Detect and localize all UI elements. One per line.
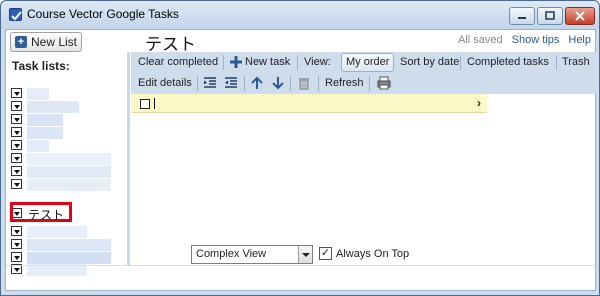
plus-icon[interactable] <box>229 55 243 69</box>
dropdown-icon[interactable] <box>11 252 22 262</box>
toolbar-separator <box>290 76 291 91</box>
view-mode-select[interactable]: Complex View <box>191 245 313 264</box>
app-window: Course Vector Google Tasks + New List テス… <box>0 0 600 296</box>
toolbar-separator <box>244 76 245 91</box>
text-caret <box>154 98 155 109</box>
toolbar-row-2: Edit details Refresh <box>131 73 596 94</box>
task-checkbox[interactable] <box>140 99 150 109</box>
print-icon[interactable] <box>377 76 391 90</box>
sidebar-item-label: テスト <box>28 208 65 222</box>
sidebar-item[interactable] <box>11 226 123 238</box>
redacted-label <box>27 127 63 139</box>
toolbar-separator <box>223 55 224 70</box>
redacted-label <box>27 252 111 264</box>
redacted-label <box>27 166 111 178</box>
close-button[interactable] <box>565 7 595 25</box>
sidebar-splitter[interactable] <box>127 52 130 266</box>
new-list-button[interactable]: + New List <box>10 32 82 52</box>
redacted-label <box>27 239 111 251</box>
header-links: All saved Show tips Help <box>458 34 591 46</box>
redacted-label <box>27 114 63 126</box>
edit-details-button[interactable]: Edit details <box>138 77 192 89</box>
toolbar-separator <box>556 55 557 70</box>
arrow-down-icon[interactable] <box>271 76 285 90</box>
dropdown-icon[interactable] <box>11 153 22 163</box>
sidebar-item[interactable] <box>11 179 123 191</box>
redacted-label <box>27 140 49 152</box>
sidebar-item[interactable] <box>11 114 123 126</box>
toolbar-separator <box>369 76 370 91</box>
dropdown-icon[interactable] <box>11 127 22 137</box>
toolbar-separator <box>297 55 298 70</box>
dropdown-icon[interactable] <box>11 88 22 98</box>
trash-icon[interactable] <box>297 76 311 90</box>
dropdown-icon[interactable] <box>11 239 22 249</box>
toolbar-separator <box>393 55 394 70</box>
redacted-label <box>27 153 111 165</box>
sidebar-item[interactable] <box>11 88 123 100</box>
title-bar[interactable]: Course Vector Google Tasks <box>1 1 599 29</box>
refresh-button[interactable]: Refresh <box>325 77 364 89</box>
view-label: View: <box>304 56 331 68</box>
toolbar-separator <box>318 76 319 91</box>
chevron-down-icon[interactable] <box>298 246 312 263</box>
redacted-label <box>27 88 49 100</box>
view-mode-value: Complex View <box>196 248 267 260</box>
dropdown-icon[interactable] <box>11 140 22 150</box>
sidebar-item[interactable] <box>11 140 123 152</box>
sidebar-item[interactable] <box>11 239 123 251</box>
my-order-button[interactable]: My order <box>341 53 395 72</box>
sidebar-item-selected[interactable]: テスト <box>11 208 123 222</box>
maximize-icon <box>545 11 555 20</box>
minimize-icon <box>518 17 526 19</box>
toolbar-separator <box>197 76 198 91</box>
redacted-label <box>27 101 79 113</box>
sidebar-item[interactable] <box>11 101 123 113</box>
toolbar-separator <box>460 55 461 70</box>
help-link[interactable]: Help <box>568 34 591 46</box>
new-list-label: New List <box>31 35 78 49</box>
task-lists-heading: Task lists: <box>12 59 70 73</box>
sidebar-item[interactable] <box>11 153 123 165</box>
dropdown-icon[interactable] <box>11 166 22 176</box>
footer-divider <box>6 265 595 266</box>
redacted-label <box>27 226 87 238</box>
trash-button[interactable]: Trash <box>562 56 590 68</box>
saved-status: All saved <box>458 34 503 46</box>
dropdown-icon[interactable] <box>11 101 22 111</box>
show-tips-link[interactable]: Show tips <box>512 34 560 46</box>
sidebar-item[interactable] <box>11 127 123 139</box>
app-check-icon <box>9 8 22 21</box>
completed-tasks-button[interactable]: Completed tasks <box>467 56 549 68</box>
chevron-right-icon[interactable]: › <box>477 96 481 110</box>
toolbar: Clear completed New task View: My order … <box>131 52 596 94</box>
sidebar-item[interactable] <box>11 252 123 264</box>
always-on-top-label: Always On Top <box>336 248 410 260</box>
always-on-top-checkbox[interactable]: ✓ <box>319 247 332 260</box>
dropdown-icon[interactable] <box>11 179 22 189</box>
dropdown-icon[interactable] <box>11 226 22 236</box>
sidebar-item[interactable] <box>11 166 123 178</box>
indent-icon[interactable] <box>203 76 217 90</box>
maximize-button[interactable] <box>537 7 563 25</box>
task-lists-sidebar: Task lists: テスト <box>6 52 128 276</box>
window-title: Course Vector Google Tasks <box>27 7 179 21</box>
redacted-label <box>27 179 111 191</box>
sort-by-date-button[interactable]: Sort by date <box>400 56 459 68</box>
toolbar-row-1: Clear completed New task View: My order … <box>131 52 596 73</box>
close-icon <box>575 11 585 21</box>
outdent-icon[interactable] <box>224 76 238 90</box>
task-row[interactable]: › <box>131 94 487 113</box>
arrow-up-icon[interactable] <box>250 76 264 90</box>
clear-completed-button[interactable]: Clear completed <box>138 56 218 68</box>
dropdown-icon[interactable] <box>11 114 22 124</box>
dropdown-icon[interactable] <box>11 208 22 218</box>
new-task-button[interactable]: New task <box>245 56 290 68</box>
plus-icon: + <box>15 36 27 48</box>
minimize-button[interactable] <box>509 7 535 25</box>
